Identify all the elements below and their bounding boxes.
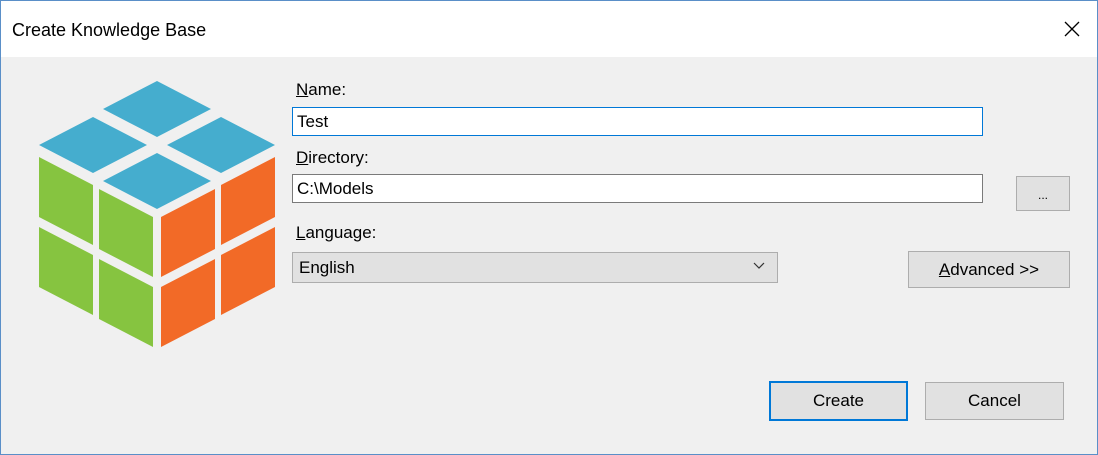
cube-logo-icon <box>39 81 275 347</box>
cube-top-tile-back <box>103 81 211 137</box>
name-input[interactable] <box>292 107 983 136</box>
directory-label: Directory: <box>296 148 369 167</box>
browse-button[interactable]: ... <box>1016 176 1070 211</box>
close-button[interactable] <box>1047 1 1097 57</box>
cube-top-tile-left <box>39 117 147 173</box>
create-button[interactable]: Create <box>769 381 908 421</box>
directory-input[interactable] <box>292 174 983 203</box>
window-title: Create Knowledge Base <box>12 20 207 40</box>
create-knowledge-base-dialog: Create Knowledge Base Name: Test Directo… <box>0 0 1098 455</box>
title-bar: Create Knowledge Base <box>1 1 1097 57</box>
language-select-value: English <box>299 257 355 277</box>
language-select[interactable]: English <box>292 252 778 283</box>
advanced-button[interactable]: Advanced >> <box>908 251 1070 288</box>
cancel-button[interactable]: Cancel <box>925 382 1064 420</box>
language-label: Language: <box>296 223 377 242</box>
name-label: Name: <box>296 80 347 99</box>
close-icon <box>1064 21 1080 37</box>
cube-top-tile-right <box>167 117 275 173</box>
chevron-down-icon <box>753 262 765 269</box>
